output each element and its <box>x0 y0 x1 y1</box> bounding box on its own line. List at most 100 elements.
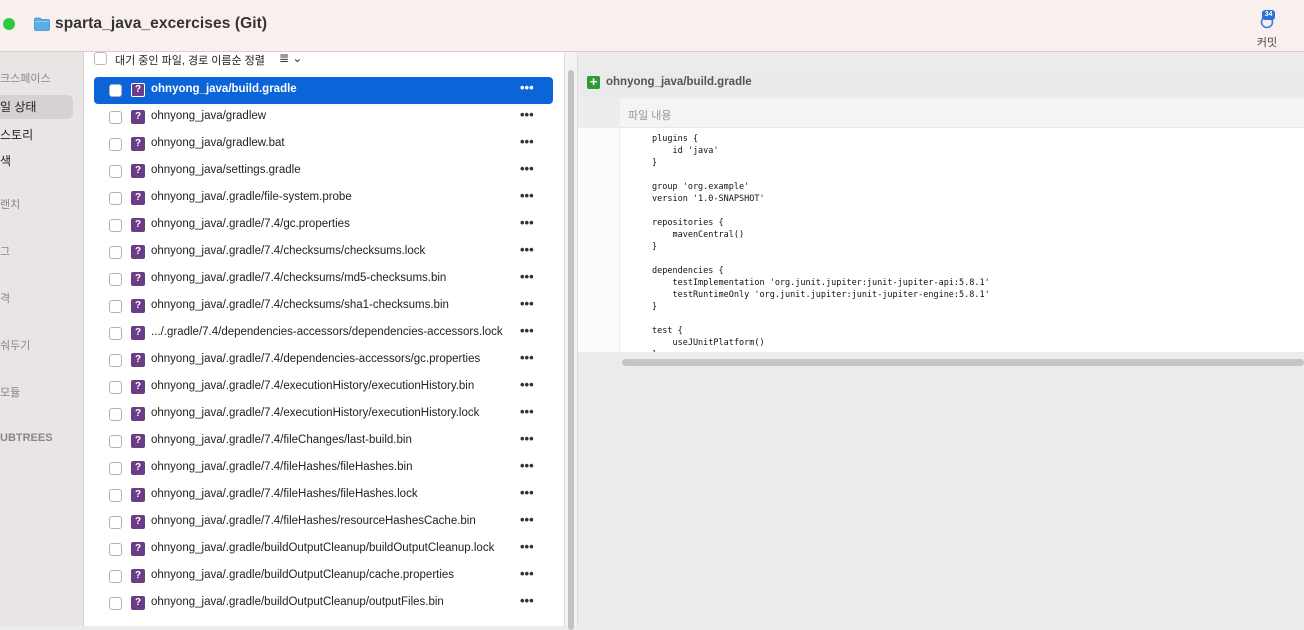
file-path: ohnyong_java/.gradle/buildOutputCleanup/… <box>151 542 495 554</box>
select-all-checkbox[interactable] <box>94 52 107 65</box>
stage-checkbox[interactable] <box>109 300 122 313</box>
more-actions-icon[interactable]: ••• <box>520 134 534 149</box>
stage-checkbox[interactable] <box>109 489 122 502</box>
sidebar-section-branches[interactable]: 랜치 <box>0 196 20 212</box>
code-line: version '1.0-SNAPSHOT' <box>652 194 765 204</box>
stage-checkbox[interactable] <box>109 138 122 151</box>
diff-file-header: + ohnyong_java/build.gradle <box>578 70 1304 96</box>
view-options-menu[interactable]: ≣ ⌄ <box>279 51 302 65</box>
more-actions-icon[interactable]: ••• <box>520 323 534 338</box>
more-actions-icon[interactable]: ••• <box>520 593 534 608</box>
file-row[interactable]: ? ohnyong_java/settings.gradle ••• <box>94 158 553 185</box>
file-path: ohnyong_java/.gradle/7.4/gc.properties <box>151 218 350 230</box>
untracked-status-icon: ? <box>131 83 145 97</box>
file-row[interactable]: ? ohnyong_java/gradlew ••• <box>94 104 553 131</box>
more-actions-icon[interactable]: ••• <box>520 242 534 257</box>
sidebar-section-tags[interactable]: 그 <box>0 243 10 259</box>
more-actions-icon[interactable]: ••• <box>520 485 534 500</box>
file-row[interactable]: ? ohnyong_java/.gradle/file-system.probe •… <box>94 185 553 212</box>
window-zoom-button[interactable] <box>3 18 15 30</box>
more-actions-icon[interactable]: ••• <box>520 107 534 122</box>
code-horizontal-scrollbar[interactable] <box>622 359 1304 366</box>
stage-checkbox[interactable] <box>109 219 122 232</box>
more-actions-icon[interactable]: ••• <box>520 458 534 473</box>
title-bar: sparta_java_excercises (Git) 34 커밋 <box>0 0 1304 52</box>
stage-checkbox[interactable] <box>109 84 122 97</box>
stage-checkbox[interactable] <box>109 597 122 610</box>
file-row[interactable]: ? ohnyong_java/.gradle/7.4/executionHisto… <box>94 401 553 428</box>
stage-checkbox[interactable] <box>109 246 122 259</box>
file-row[interactable]: ? ohnyong_java/.gradle/7.4/dependencies-a… <box>94 347 553 374</box>
file-path: ohnyong_java/.gradle/7.4/fileHashes/file… <box>151 461 413 473</box>
file-path: ohnyong_java/.gradle/7.4/dependencies-ac… <box>151 353 481 365</box>
stage-checkbox[interactable] <box>109 111 122 124</box>
untracked-status-icon: ? <box>131 596 145 610</box>
more-actions-icon[interactable]: ••• <box>520 188 534 203</box>
more-actions-icon[interactable]: ••• <box>520 431 534 446</box>
commit-label: 커밋 <box>1256 37 1278 49</box>
sidebar-section-stashes[interactable]: 숴두기 <box>0 337 30 353</box>
more-actions-icon[interactable]: ••• <box>520 296 534 311</box>
code-view: plugins { id 'java'} group 'org.example' v… <box>578 128 1304 352</box>
file-list-scrollbar[interactable] <box>568 70 574 630</box>
file-row[interactable]: ? ohnyong_java/.gradle/buildOutputCleanup… <box>94 590 553 617</box>
more-actions-icon[interactable]: ••• <box>520 539 534 554</box>
untracked-status-icon: ? <box>131 110 145 124</box>
sidebar-item-search[interactable]: 색 <box>0 152 11 169</box>
more-actions-icon[interactable]: ••• <box>520 350 534 365</box>
file-row[interactable]: ? ohnyong_java/.gradle/buildOutputCleanup… <box>94 536 553 563</box>
commit-button[interactable]: 34 커밋 <box>1250 8 1286 50</box>
untracked-status-icon: ? <box>131 164 145 178</box>
stage-checkbox[interactable] <box>109 354 122 367</box>
hunk-gutter <box>578 98 620 128</box>
diff-panel: + ohnyong_java/build.gradle 파일 내용 plugin… <box>578 52 1304 626</box>
more-actions-icon[interactable]: ••• <box>520 80 534 95</box>
untracked-status-icon: ? <box>131 380 145 394</box>
more-actions-icon[interactable]: ••• <box>520 566 534 581</box>
untracked-status-icon: ? <box>131 353 145 367</box>
file-row[interactable]: ? ohnyong_java/gradlew.bat ••• <box>94 131 553 158</box>
pending-files-sort-dropdown[interactable]: 대기 중인 파일, 경로 이름순 정렬 <box>115 52 265 68</box>
more-actions-icon[interactable]: ••• <box>520 269 534 284</box>
more-actions-icon[interactable]: ••• <box>520 215 534 230</box>
file-row[interactable]: ? ohnyong_java/build.gradle ••• <box>94 77 553 104</box>
file-row[interactable]: ? ohnyong_java/.gradle/7.4/checksums/chec… <box>94 239 553 266</box>
file-row[interactable]: ? ohnyong_java/.gradle/7.4/fileHashes/fil… <box>94 482 553 509</box>
file-row[interactable]: ? ohnyong_java/.gradle/7.4/checksums/sha1… <box>94 293 553 320</box>
stage-checkbox[interactable] <box>109 192 122 205</box>
sidebar-section-remotes[interactable]: 격 <box>0 290 10 306</box>
stage-checkbox[interactable] <box>109 408 122 421</box>
more-actions-icon[interactable]: ••• <box>520 512 534 527</box>
stage-checkbox[interactable] <box>109 381 122 394</box>
stage-checkbox[interactable] <box>109 570 122 583</box>
stage-checkbox[interactable] <box>109 462 122 475</box>
more-actions-icon[interactable]: ••• <box>520 161 534 176</box>
code-line: group 'org.example' <box>652 182 750 192</box>
sidebar-section-submodules[interactable]: 모듈 <box>0 384 20 400</box>
file-row[interactable]: ? ohnyong_java/.gradle/7.4/fileChanges/la… <box>94 428 553 455</box>
untracked-status-icon: ? <box>131 245 145 259</box>
file-row[interactable]: ? ohnyong_java/.gradle/7.4/gc.properties •… <box>94 212 553 239</box>
sidebar-section-subtrees[interactable]: UBTREES <box>0 432 53 444</box>
stage-checkbox[interactable] <box>109 327 122 340</box>
stage-checkbox[interactable] <box>109 435 122 448</box>
sidebar-item-file-status[interactable]: 일 상태 <box>0 95 73 119</box>
file-row[interactable]: ? ohnyong_java/.gradle/buildOutputCleanup… <box>94 563 553 590</box>
file-path: ohnyong_java/build.gradle <box>151 83 297 95</box>
stage-checkbox[interactable] <box>109 273 122 286</box>
file-row[interactable]: ? .../.gradle/7.4/dependencies-accessors/… <box>94 320 553 347</box>
file-path: ohnyong_java/.gradle/7.4/fileChanges/las… <box>151 434 412 446</box>
panel-splitter[interactable] <box>564 52 578 630</box>
untracked-status-icon: ? <box>131 299 145 313</box>
file-row[interactable]: ? ohnyong_java/.gradle/7.4/executionHisto… <box>94 374 553 401</box>
sidebar-item-history[interactable]: 스토리 <box>0 126 33 143</box>
file-row[interactable]: ? ohnyong_java/.gradle/7.4/fileHashes/fil… <box>94 455 553 482</box>
file-row[interactable]: ? ohnyong_java/.gradle/7.4/fileHashes/res… <box>94 509 553 536</box>
stage-checkbox[interactable] <box>109 543 122 556</box>
untracked-status-icon: ? <box>131 542 145 556</box>
more-actions-icon[interactable]: ••• <box>520 377 534 392</box>
file-row[interactable]: ? ohnyong_java/.gradle/7.4/checksums/md5-… <box>94 266 553 293</box>
stage-checkbox[interactable] <box>109 516 122 529</box>
more-actions-icon[interactable]: ••• <box>520 404 534 419</box>
stage-checkbox[interactable] <box>109 165 122 178</box>
